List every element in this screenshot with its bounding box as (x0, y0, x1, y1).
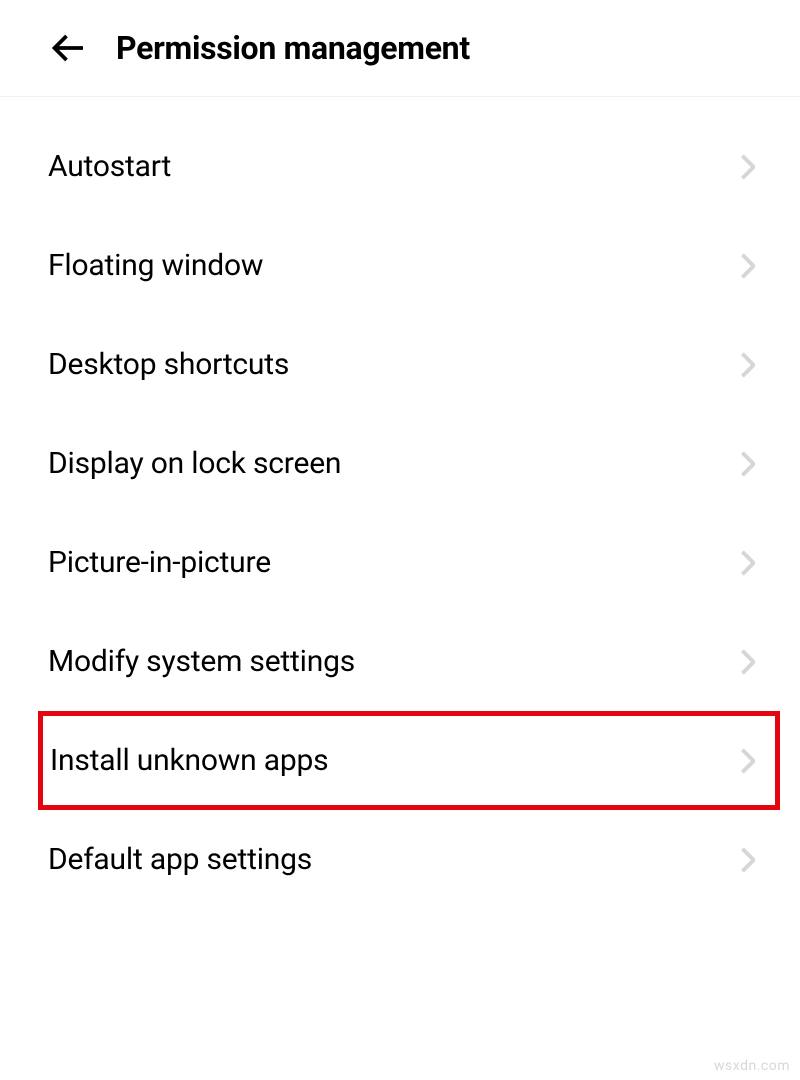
list-item-label: Display on lock screen (48, 446, 341, 481)
list-item-autostart[interactable]: Autostart (0, 117, 800, 216)
watermark: wsxdn.com (714, 1058, 790, 1074)
list-item-display-on-lock-screen[interactable]: Display on lock screen (0, 414, 800, 513)
settings-list: Autostart Floating window Desktop shortc… (0, 97, 800, 909)
chevron-right-icon (738, 843, 758, 877)
chevron-right-icon (738, 348, 758, 382)
header: Permission management (0, 0, 800, 96)
list-item-label: Modify system settings (48, 644, 355, 679)
chevron-right-icon (738, 645, 758, 679)
chevron-right-icon (738, 546, 758, 580)
list-item-modify-system-settings[interactable]: Modify system settings (0, 612, 800, 711)
chevron-right-icon (738, 249, 758, 283)
page-title: Permission management (116, 29, 470, 67)
chevron-right-icon (738, 447, 758, 481)
list-item-default-app-settings[interactable]: Default app settings (0, 810, 800, 909)
list-item-label: Desktop shortcuts (48, 347, 289, 382)
list-item-desktop-shortcuts[interactable]: Desktop shortcuts (0, 315, 800, 414)
list-item-floating-window[interactable]: Floating window (0, 216, 800, 315)
chevron-right-icon (738, 150, 758, 184)
list-item-label: Picture-in-picture (48, 545, 271, 580)
list-item-label: Floating window (48, 248, 263, 283)
list-item-install-unknown-apps[interactable]: Install unknown apps (38, 711, 780, 810)
list-item-picture-in-picture[interactable]: Picture-in-picture (0, 513, 800, 612)
list-item-label: Autostart (48, 149, 171, 184)
back-icon[interactable] (48, 28, 88, 68)
list-item-label: Install unknown apps (50, 743, 328, 778)
list-item-label: Default app settings (48, 842, 312, 877)
chevron-right-icon (738, 744, 758, 778)
